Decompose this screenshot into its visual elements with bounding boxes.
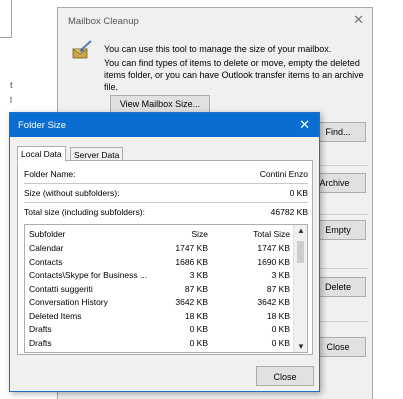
subfolder-cell: Deleted Items xyxy=(29,310,82,321)
divider xyxy=(24,202,308,203)
mailbox-cleanup-title: Mailbox Cleanup xyxy=(68,16,139,27)
column-header-total-size[interactable]: Total Size xyxy=(253,229,290,239)
tab-local-data[interactable]: Local Data xyxy=(17,146,66,162)
folder-name-label: Folder Name: xyxy=(24,169,76,179)
background-text: l xyxy=(10,95,12,105)
table-row[interactable]: Drafts 0 KB 0 KB xyxy=(25,323,294,336)
table-row[interactable]: Contatti suggeriti 87 KB 87 KB xyxy=(25,283,294,296)
table-row[interactable]: Contacts\Skype for Business ... 3 KB 3 KB xyxy=(25,269,294,282)
size-cell: 87 KB xyxy=(184,283,208,294)
total-size-cell: 1690 KB xyxy=(257,256,290,267)
total-size-cell: 1747 KB xyxy=(257,243,290,253)
total-size-cell: 3 KB xyxy=(271,270,290,280)
folder-size-title: Folder Size xyxy=(18,120,67,131)
folder-name-value: Contini Enzo xyxy=(259,169,308,179)
table-row[interactable]: Conversation History 3642 KB 3642 KB xyxy=(25,296,294,309)
size-row: Size (without subfolders): 0 KB xyxy=(24,188,308,198)
subfolder-cell: Drafts xyxy=(29,324,52,334)
size-cell: 18 KB xyxy=(184,310,208,321)
scroll-down-icon[interactable]: ▼ xyxy=(297,342,305,351)
subfolder-cell: Calendar xyxy=(29,243,64,253)
size-cell: 3 KB xyxy=(189,270,208,280)
table-row[interactable]: Contacts 1686 KB 1690 KB xyxy=(25,256,294,269)
view-mailbox-size-button[interactable]: View Mailbox Size... xyxy=(110,95,210,113)
scrollbar-thumb[interactable] xyxy=(297,241,304,263)
size-cell: 0 KB xyxy=(189,337,208,348)
total-size-cell: 18 KB xyxy=(266,310,290,321)
mailbox-cleanup-icon xyxy=(72,40,92,59)
scroll-up-icon[interactable]: ▲ xyxy=(297,226,305,235)
subfolder-table[interactable]: Subfolder Size Total Size Calendar 1747 K… xyxy=(24,224,308,353)
total-size-cell: 0 KB xyxy=(271,337,290,348)
total-size-cell: 3642 KB xyxy=(257,297,290,307)
subfolder-cell: Contatti suggeriti xyxy=(29,283,93,294)
total-size-cell: 87 KB xyxy=(266,283,290,294)
description-text: You can use this tool to manage the size… xyxy=(104,44,332,54)
folder-name-row: Folder Name: Contini Enzo xyxy=(24,169,308,179)
column-header-subfolder[interactable]: Subfolder xyxy=(29,229,65,239)
background-window-fragment xyxy=(0,0,12,38)
close-icon[interactable]: ✕ xyxy=(353,12,364,28)
table-row[interactable]: Drafts 0 KB 0 KB xyxy=(25,337,294,350)
subfolder-cell: Contacts\Skype for Business ... xyxy=(29,270,148,280)
column-header-size[interactable]: Size xyxy=(191,229,208,239)
size-cell: 1747 KB xyxy=(175,243,208,253)
close-icon[interactable]: ✕ xyxy=(299,117,310,133)
size-value: 0 KB xyxy=(289,188,308,198)
description-text: You can find types of items to delete or… xyxy=(104,58,364,92)
vertical-scrollbar[interactable]: ▲ ▼ xyxy=(293,225,307,352)
total-size-value: 46782 KB xyxy=(270,207,308,217)
subfolder-cell: Drafts xyxy=(29,337,52,348)
table-row[interactable]: Calendar 1747 KB 1747 KB xyxy=(25,242,294,255)
total-size-row: Total size (including subfolders): 46782… xyxy=(24,207,308,217)
size-cell: 3642 KB xyxy=(175,297,208,307)
folder-size-dialog: Folder Size ✕ Local Data Server Data Fol… xyxy=(9,112,320,392)
local-data-panel: Folder Name: Contini Enzo Size (without … xyxy=(17,160,313,355)
subfolder-cell: Contacts xyxy=(29,256,63,267)
total-size-label: Total size (including subfolders): xyxy=(24,207,145,217)
subfolder-cell: Conversation History xyxy=(29,297,108,307)
size-cell: 1686 KB xyxy=(175,256,208,267)
size-cell: 0 KB xyxy=(189,324,208,334)
table-header: Subfolder Size Total Size xyxy=(25,228,294,241)
total-size-cell: 0 KB xyxy=(271,324,290,334)
close-button[interactable]: Close xyxy=(256,366,314,386)
divider xyxy=(24,183,308,184)
table-row[interactable]: Deleted Items 18 KB 18 KB xyxy=(25,310,294,323)
background-text: t xyxy=(10,80,13,90)
title-bar[interactable]: Folder Size ✕ xyxy=(10,113,319,137)
size-label: Size (without subfolders): xyxy=(24,188,120,198)
